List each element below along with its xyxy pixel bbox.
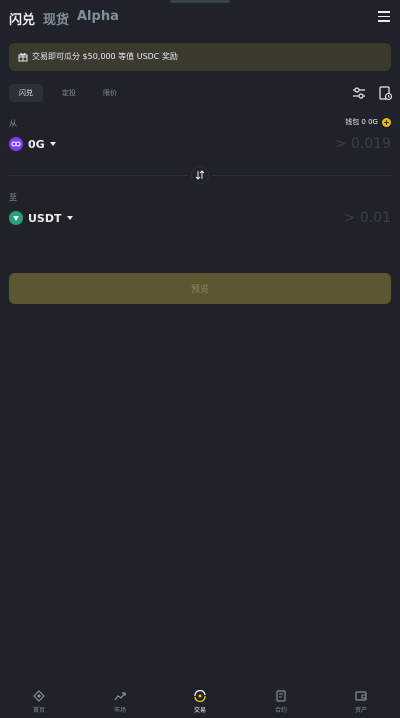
to-token-name: USDT (28, 211, 62, 225)
wallet-balance-text: 钱包 0 0G (345, 118, 378, 126)
tab-spot[interactable]: 现货 (43, 9, 69, 28)
subtab-convert[interactable]: 闪兑 (9, 84, 43, 102)
bottom-nav-markets[interactable]: 市场 (100, 690, 140, 714)
bottom-nav-assets[interactable]: 资产 (341, 690, 381, 714)
divider-right (212, 175, 391, 176)
wallet-icon (355, 691, 367, 701)
order-history-icon[interactable] (377, 85, 393, 101)
swap-arrows-icon (195, 170, 205, 180)
bottom-nav-label: 首页 (32, 707, 45, 714)
hamburger-menu-icon[interactable] (378, 11, 390, 23)
bottom-nav-label: 合约 (274, 707, 287, 714)
home-diamond-icon (33, 690, 45, 702)
chevron-down-icon (49, 142, 56, 146)
usdt-token-icon (9, 211, 23, 225)
bottom-nav-futures[interactable]: 合约 (261, 690, 301, 714)
wallet-balance: 钱包 0 0G + (345, 117, 391, 127)
to-token-selector[interactable]: USDT (9, 211, 73, 225)
preview-button[interactable]: 预览 (9, 273, 391, 304)
gift-icon (18, 53, 28, 62)
from-amount-input[interactable]: > 0.019 (335, 136, 391, 152)
from-token-name: 0G (28, 137, 45, 151)
0g-token-icon (9, 137, 23, 151)
add-funds-icon[interactable]: + (382, 117, 391, 127)
bottom-nav-trade[interactable]: 交易 (180, 690, 220, 714)
subtab-limit[interactable]: 限价 (93, 84, 127, 102)
to-label: 至 (9, 193, 17, 202)
top-nav: 闪兑 现货 Alpha (0, 0, 400, 36)
divider-left (9, 175, 188, 176)
bottom-nav: 首页 市场 交易 合约 资产 (0, 686, 400, 718)
chart-icon (114, 692, 126, 701)
settings-sliders-icon[interactable] (351, 85, 367, 101)
contract-document-icon (276, 690, 286, 702)
from-token-selector[interactable]: 0G (9, 137, 56, 151)
bottom-nav-label: 交易 (193, 707, 206, 714)
from-label: 从 (9, 119, 17, 128)
tab-convert[interactable]: 闪兑 (9, 9, 35, 28)
tab-alpha[interactable]: Alpha (77, 9, 119, 24)
bottom-nav-home[interactable]: 首页 (19, 690, 59, 714)
subtab-recurring[interactable]: 定投 (52, 84, 86, 102)
trade-swap-icon (194, 690, 206, 702)
swap-direction-button[interactable] (191, 166, 209, 184)
to-amount-input[interactable]: > 0.01 (344, 210, 391, 226)
banner-text: 交易即可瓜分 $50,000 等值 USDC 奖励 (32, 52, 178, 61)
bottom-nav-label: 资产 (354, 707, 367, 714)
chevron-down-icon (66, 216, 73, 220)
bottom-nav-label: 市场 (113, 707, 126, 714)
promo-banner[interactable]: 交易即可瓜分 $50,000 等值 USDC 奖励 (9, 43, 391, 71)
